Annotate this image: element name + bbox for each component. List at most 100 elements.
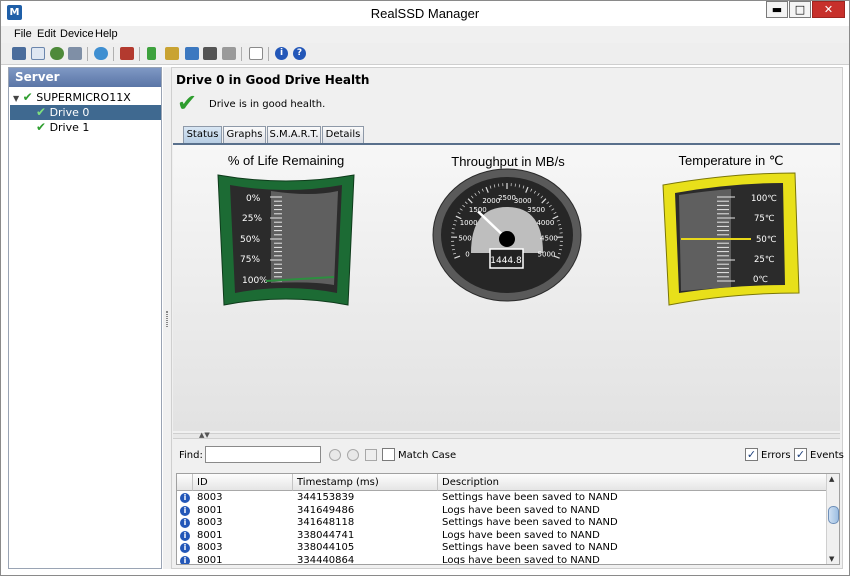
row-id: 8001 [197, 554, 223, 565]
log-scrollbar[interactable]: ▲ ▼ [826, 474, 839, 564]
needle-hub [499, 231, 515, 247]
help-icon[interactable]: ? [293, 47, 306, 60]
temp-tick-label: 50℃ [756, 235, 777, 245]
app-window: M RealSSD Manager ▬ □ ✕ File Edit Device… [0, 0, 850, 576]
temperature-gauge-label: Temperature in ℃ [678, 153, 784, 168]
tree-drive-1[interactable]: ✔ Drive 1 [36, 120, 96, 135]
row-id: 8003 [197, 492, 223, 503]
toolbar: i ? [1, 43, 849, 65]
scroll-up-icon[interactable]: ▲ [829, 475, 834, 483]
refresh-icon[interactable] [94, 47, 108, 60]
row-timestamp: 341649486 [297, 504, 355, 516]
tab-status[interactable]: Status [183, 126, 222, 143]
disk-icon[interactable] [12, 47, 26, 60]
bug-icon[interactable] [50, 47, 64, 60]
info-icon: i [180, 493, 190, 503]
row-id: 8003 [197, 542, 223, 553]
tab-details[interactable]: Details [322, 126, 364, 143]
table-row[interactable]: i 8001 338044741 Logs have been saved to NA… [177, 530, 827, 542]
check-icon: ✔ [22, 90, 33, 104]
throughput-tick-label: 5000 [538, 250, 556, 258]
folder-icon[interactable] [222, 47, 236, 60]
temp-tick-label: 100℃ [751, 194, 777, 204]
events-checkbox[interactable]: ✓ [794, 448, 807, 461]
toolbar-separator [241, 47, 242, 61]
upload-icon[interactable] [185, 47, 199, 60]
row-id: 8001 [197, 504, 223, 516]
toolbar-separator [268, 47, 269, 61]
menu-help[interactable]: Help [95, 28, 118, 40]
log-splitter[interactable] [173, 433, 840, 439]
toolbar-separator [87, 47, 88, 61]
find-previous-icon[interactable] [329, 449, 341, 461]
scroll-thumb[interactable] [828, 506, 839, 524]
tab-graphs[interactable]: Graphs [223, 126, 266, 143]
life-tick-label: 0% [246, 194, 261, 204]
column-header-id[interactable]: ID [193, 474, 293, 491]
highlight-all-icon[interactable] [365, 449, 377, 461]
row-description: Logs have been saved to NAND [442, 504, 600, 516]
match-case-label: Match Case [398, 450, 457, 461]
row-timestamp: 344153839 [297, 492, 355, 503]
tab-smart[interactable]: S.M.A.R.T. [267, 126, 321, 143]
throughput-tick-label: 3000 [514, 197, 532, 205]
icon-column-header[interactable] [177, 474, 193, 491]
table-row[interactable]: i 8003 341648118 Settings have been saved t… [177, 517, 827, 529]
drive-label: Drive 1 [49, 121, 90, 134]
table-row[interactable]: i 8003 338044105 Settings have been saved t… [177, 542, 827, 554]
info-icon: i [180, 530, 190, 541]
throughput-tick-label: 1000 [460, 219, 478, 227]
maximize-button[interactable]: □ [789, 1, 811, 18]
drive-health-title: Drive 0 in Good Drive Health [176, 73, 370, 87]
match-case-checkbox[interactable] [382, 448, 395, 461]
menu-file[interactable]: File [14, 28, 32, 40]
tree-server-node[interactable]: ▼ ✔ SUPERMICRO11X [13, 90, 161, 105]
broom-icon[interactable] [165, 47, 179, 60]
close-button[interactable]: ✕ [812, 1, 845, 18]
life-tick-label: 100% [242, 276, 268, 286]
event-log-table: ID Timestamp (ms) Description i 8003 34415… [176, 473, 840, 565]
document-icon[interactable] [249, 47, 263, 60]
title-bar: M RealSSD Manager ▬ □ ✕ [1, 1, 849, 25]
find-input[interactable] [205, 446, 321, 463]
row-id: 8003 [197, 517, 223, 528]
toolbar-separator [113, 47, 114, 61]
server-name: SUPERMICRO11X [36, 91, 131, 104]
throughput-gauge: 0500100015002000250030003500400045005000… [432, 168, 582, 302]
throughput-tick-label: 4000 [536, 219, 554, 227]
device-icon[interactable] [68, 47, 82, 60]
terminal-icon[interactable] [203, 47, 217, 60]
page-icon[interactable] [31, 47, 45, 60]
tools-icon[interactable] [120, 47, 134, 60]
column-header-timestamp[interactable]: Timestamp (ms) [293, 474, 438, 491]
row-description: Settings have been saved to NAND [442, 492, 618, 503]
errors-checkbox[interactable]: ✓ [745, 448, 758, 461]
scroll-down-icon[interactable]: ▼ [829, 555, 834, 563]
table-row[interactable]: i 8001 334440864 Logs have been saved to NA… [177, 554, 827, 565]
life-tick-label: 25% [242, 214, 262, 224]
splitter-grip[interactable] [166, 311, 168, 327]
table-row[interactable]: i 8003 344153839 Settings have been saved t… [177, 492, 827, 504]
info-icon: i [180, 543, 190, 553]
row-timestamp: 338044105 [297, 542, 355, 553]
throughput-readout: 1444.8 [490, 256, 522, 266]
battery-icon[interactable] [147, 47, 156, 60]
collapse-arrows-icon[interactable]: ▲▼ [199, 431, 210, 439]
row-id: 8001 [197, 529, 223, 541]
find-next-icon[interactable] [347, 449, 359, 461]
menu-edit[interactable]: Edit [37, 28, 56, 40]
toolbar-separator [139, 47, 140, 61]
temp-tick-label: 25℃ [754, 255, 775, 265]
expand-icon[interactable]: ▼ [13, 94, 19, 103]
minimize-button[interactable]: ▬ [766, 1, 788, 18]
info-icon: i [180, 518, 190, 528]
tree-drive-0[interactable]: ✔ Drive 0 [10, 105, 161, 120]
drive-health-message: Drive is in good health. [209, 99, 326, 110]
throughput-tick-label: 0 [465, 250, 469, 258]
table-row[interactable]: i 8001 341649486 Logs have been saved to NA… [177, 505, 827, 517]
info-icon[interactable]: i [275, 47, 288, 60]
column-header-description[interactable]: Description [438, 474, 827, 491]
temperature-gauge: 100℃ 75℃ 50℃ 25℃ 0℃ [662, 172, 800, 306]
menu-device[interactable]: Device [60, 28, 94, 40]
temp-tick-label: 75℃ [754, 214, 775, 224]
